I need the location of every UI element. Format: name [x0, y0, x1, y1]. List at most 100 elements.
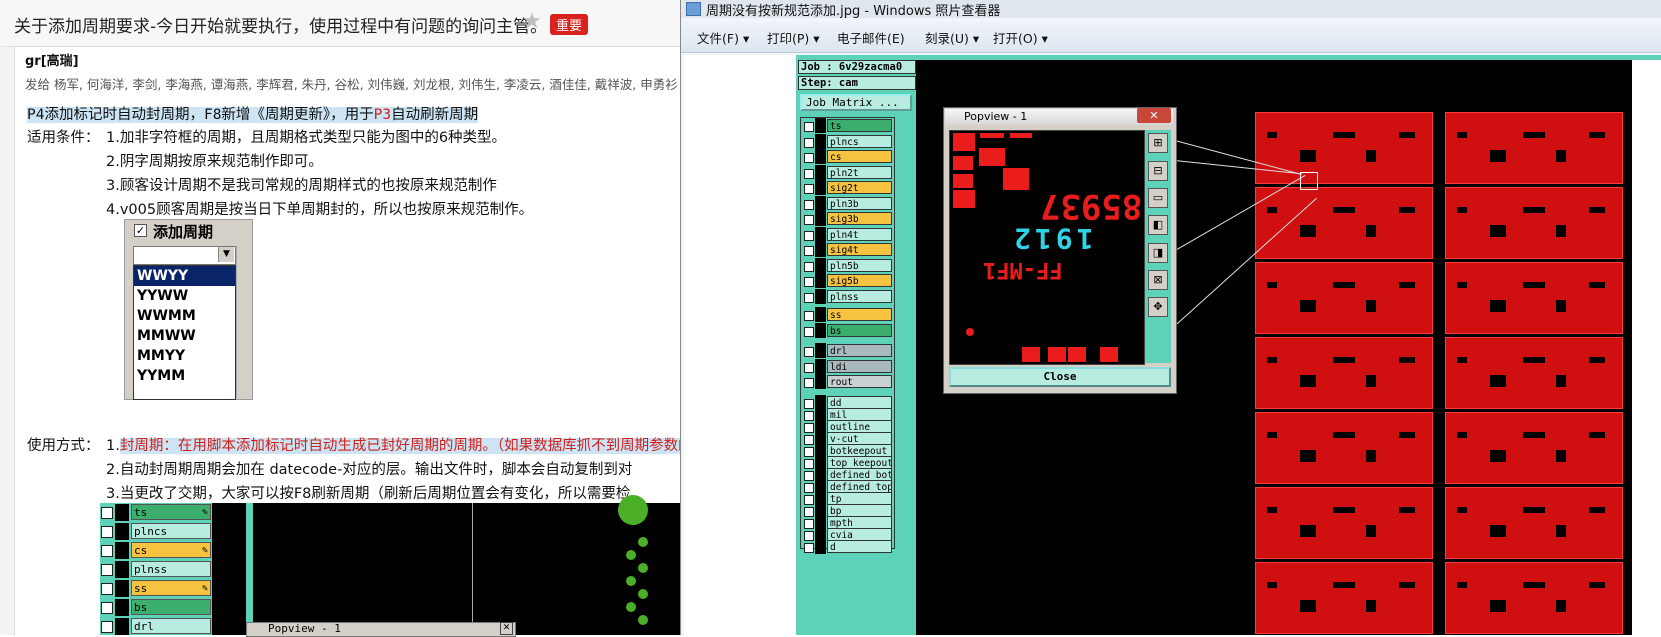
layer-checkbox[interactable]: [804, 122, 814, 132]
layer-name[interactable]: ss: [827, 308, 892, 321]
small-layer-row[interactable]: ts ✎: [100, 503, 212, 522]
layer-row[interactable]: sig5b: [801, 273, 894, 288]
layer-row[interactable]: sig2t: [801, 180, 894, 195]
layer-checkbox[interactable]: [804, 277, 814, 287]
pan-right-icon[interactable]: ◨: [1148, 243, 1168, 263]
menu-burn[interactable]: 刻录(U) ▾: [925, 28, 979, 47]
star-icon[interactable]: ★: [522, 9, 542, 34]
layer-name[interactable]: sig2t: [827, 181, 892, 194]
scrollbar[interactable]: [236, 246, 250, 398]
period-option[interactable]: YYMM: [134, 366, 235, 386]
layer-row[interactable]: ts: [801, 118, 894, 133]
layer-row[interactable]: ldi: [801, 358, 894, 374]
layer-row[interactable]: pln5b: [801, 257, 894, 273]
close-icon[interactable]: ✕: [500, 622, 513, 635]
add-period-checkbox[interactable]: ✓: [134, 224, 147, 237]
small-layer-row[interactable]: plncs: [100, 522, 212, 541]
layer-name[interactable]: sig3b: [827, 212, 892, 225]
layer-name[interactable]: plnss: [827, 289, 892, 303]
layer-row[interactable]: cs: [801, 149, 894, 164]
layer-checkbox[interactable]: [804, 362, 814, 373]
layer-row[interactable]: sig3b: [801, 211, 894, 226]
period-option[interactable]: YYWW: [134, 286, 235, 306]
layer-name[interactable]: pln3b: [827, 196, 892, 210]
layer-checkbox[interactable]: [101, 545, 113, 557]
layer-row[interactable]: rout: [801, 374, 894, 389]
layer-name[interactable]: ts ✎: [131, 504, 211, 520]
layer-checkbox[interactable]: [804, 215, 814, 225]
layer-name[interactable]: pln4t: [827, 227, 892, 241]
layer-checkbox[interactable]: [804, 168, 814, 179]
layer-checkbox[interactable]: [804, 311, 814, 321]
layer-name[interactable]: sig4t: [827, 243, 892, 256]
layer-name[interactable]: ts: [827, 119, 892, 132]
small-layer-row[interactable]: bs: [100, 598, 212, 617]
layer-name[interactable]: pln2t: [827, 165, 892, 179]
layer-checkbox[interactable]: [804, 326, 814, 337]
layer-name[interactable]: plncs: [131, 523, 211, 539]
layer-checkbox[interactable]: [101, 526, 113, 538]
layer-name[interactable]: rout: [827, 375, 892, 388]
close-icon[interactable]: ✕: [1137, 108, 1171, 123]
layer-row[interactable]: drl: [801, 343, 894, 358]
layer-row[interactable]: pln4t: [801, 226, 894, 242]
layer-checkbox[interactable]: [804, 246, 814, 256]
small-layer-row[interactable]: plnss: [100, 560, 212, 579]
menu-open[interactable]: 打开(O) ▾: [993, 28, 1048, 47]
layer-checkbox[interactable]: [804, 292, 814, 303]
layer-checkbox[interactable]: [804, 137, 814, 148]
layer-name[interactable]: drl: [131, 618, 211, 634]
period-option[interactable]: MMYY: [134, 346, 235, 366]
layer-name[interactable]: pln5b: [827, 258, 892, 272]
layer-checkbox[interactable]: [101, 507, 113, 519]
layer-checkbox[interactable]: [804, 378, 814, 388]
zoom-out-icon[interactable]: ⊟: [1148, 161, 1168, 181]
layer-checkbox[interactable]: [804, 230, 814, 241]
menu-email[interactable]: 电子邮件(E): [837, 28, 905, 47]
layer-name[interactable]: cs ✎: [131, 542, 211, 558]
menu-file[interactable]: 文件(F) ▾: [697, 28, 749, 47]
layer-name[interactable]: d: [827, 539, 892, 553]
layer-checkbox[interactable]: [101, 583, 113, 595]
layer-row[interactable]: bs: [801, 322, 894, 338]
layer-row[interactable]: plnss: [801, 288, 894, 304]
zoom-area-icon[interactable]: ⊠: [1148, 270, 1168, 290]
layer-checkbox[interactable]: [804, 261, 814, 272]
layer-row[interactable]: d: [801, 538, 894, 554]
layer-row[interactable]: ss: [801, 307, 894, 322]
small-layer-row[interactable]: ss ✎: [100, 579, 212, 598]
layer-name[interactable]: bs: [131, 599, 211, 615]
layer-name[interactable]: plnss: [131, 561, 211, 577]
layer-name[interactable]: drl: [827, 344, 892, 357]
job-matrix-button[interactable]: Job Matrix ...: [800, 94, 912, 111]
layer-checkbox[interactable]: [101, 602, 113, 614]
layer-name[interactable]: ss ✎: [131, 580, 211, 596]
layer-row[interactable]: pln3b: [801, 195, 894, 211]
small-layer-row[interactable]: cs ✎: [100, 541, 212, 560]
layer-row[interactable]: pln2t: [801, 164, 894, 180]
period-option[interactable]: WWYY: [134, 266, 235, 286]
layer-checkbox[interactable]: [804, 542, 814, 553]
layer-checkbox[interactable]: [804, 347, 814, 357]
layer-row[interactable]: plncs: [801, 133, 894, 149]
layer-name[interactable]: plncs: [827, 134, 892, 148]
layer-checkbox[interactable]: [804, 153, 814, 163]
layer-name[interactable]: bs: [827, 323, 892, 337]
layer-checkbox[interactable]: [804, 199, 814, 210]
layer-checkbox[interactable]: [101, 621, 113, 633]
layer-row[interactable]: sig4t: [801, 242, 894, 257]
mail-sender[interactable]: gr[高瑞]: [25, 50, 79, 69]
popview-close-button[interactable]: Close: [949, 367, 1171, 387]
layer-name[interactable]: sig5b: [827, 274, 892, 287]
period-option[interactable]: MMWW: [134, 326, 235, 346]
layer-checkbox[interactable]: [101, 564, 113, 576]
layer-name[interactable]: ldi: [827, 359, 892, 373]
layer-checkbox[interactable]: [804, 184, 814, 194]
pan-icon[interactable]: ✥: [1148, 297, 1168, 317]
menu-print[interactable]: 打印(P) ▾: [767, 28, 820, 47]
fit-view-icon[interactable]: ▭: [1148, 188, 1168, 208]
small-layer-row[interactable]: drl: [100, 617, 212, 636]
pan-left-icon[interactable]: ◧: [1148, 215, 1168, 235]
layer-name[interactable]: cs: [827, 150, 892, 163]
chevron-down-icon[interactable]: ▼: [218, 247, 234, 262]
